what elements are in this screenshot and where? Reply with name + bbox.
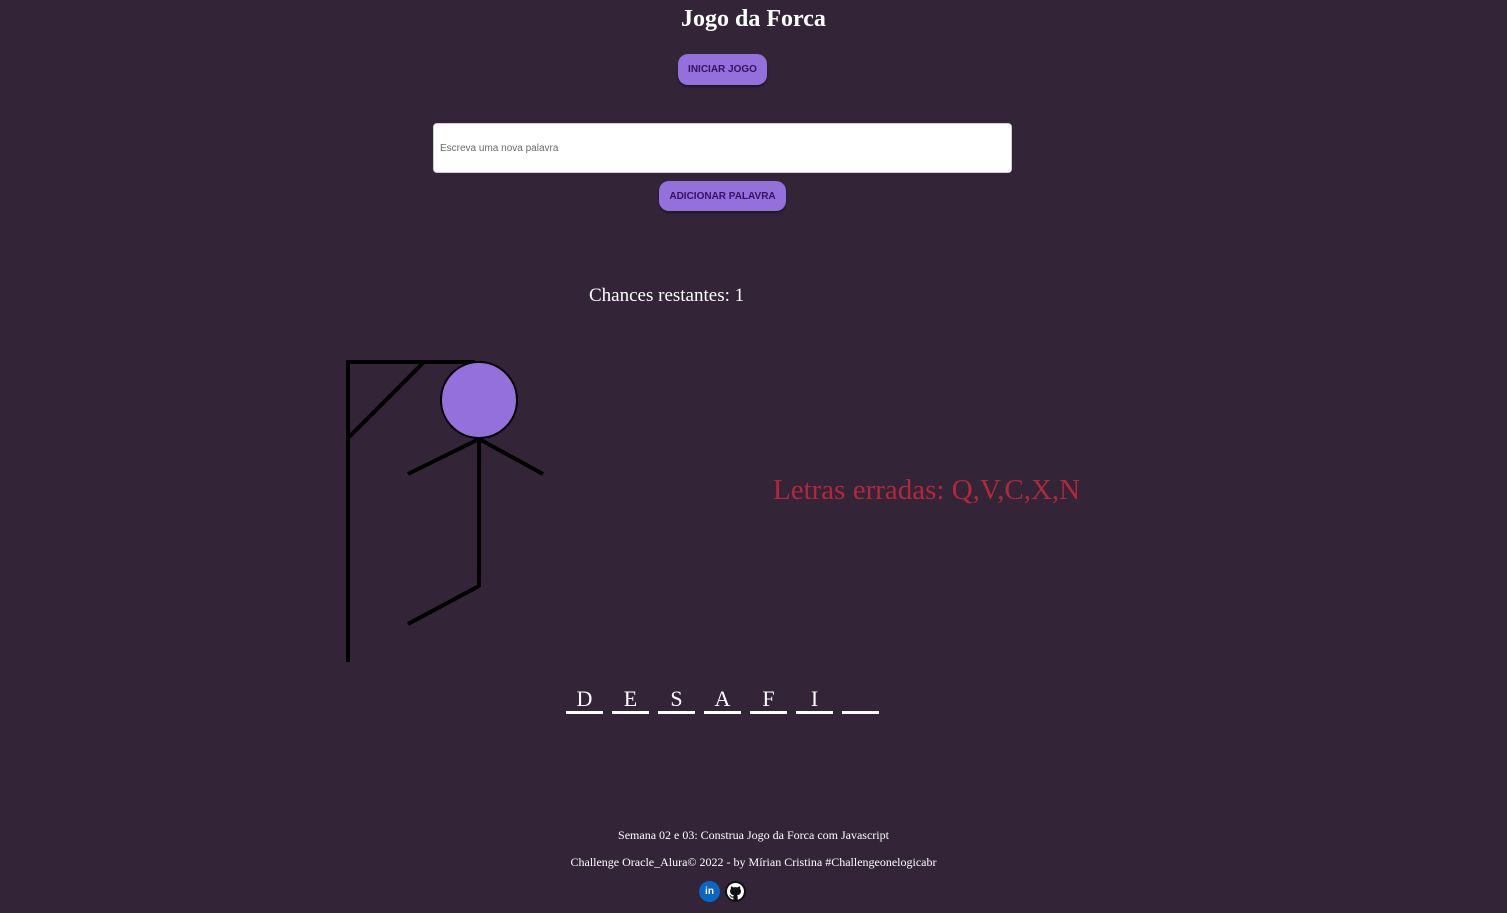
chances-label: Chances restantes:	[589, 285, 735, 306]
footer-course-text: Semana 02 e 03: Construa Jogo da Forca c…	[618, 828, 889, 842]
word-slots: D E S A F I	[566, 686, 879, 714]
hangman-head	[440, 361, 518, 439]
footer-credit-text: Challenge Oracle_Alura© 2022 - by Mírian…	[570, 855, 937, 869]
linkedin-glyph: in	[705, 885, 714, 897]
letter-slot: S	[658, 686, 695, 714]
hangman-right-arm	[478, 437, 544, 476]
wrong-letters: Letras erradas: Q,V,C,X,N	[773, 474, 1080, 507]
letter-slot: F	[750, 686, 787, 714]
start-game-button[interactable]: INICIAR JOGO	[678, 54, 767, 85]
chances-value: 1	[734, 285, 745, 306]
linkedin-icon[interactable]: in	[699, 881, 720, 902]
github-icon[interactable]	[725, 881, 746, 902]
letter-slot: A	[704, 686, 741, 714]
chances-remaining: Chances restantes: 1	[589, 285, 744, 307]
letter-slot: D	[566, 686, 603, 714]
page-title: Jogo da Forca	[681, 6, 826, 32]
new-word-input[interactable]	[433, 123, 1012, 173]
add-word-button[interactable]: ADICIONAR PALAVRA	[659, 181, 786, 211]
wrong-letters-label: Letras erradas:	[773, 474, 952, 506]
github-mark-icon	[727, 883, 744, 900]
wrong-letters-value: Q,V,C,X,N	[951, 474, 1081, 506]
letter-slot	[842, 686, 879, 714]
letter-slot: I	[796, 686, 833, 714]
hangman-left-leg	[407, 584, 480, 626]
hangman-page: Jogo da Forca INICIAR JOGO ADICIONAR PAL…	[0, 0, 1507, 913]
social-links: in	[699, 881, 746, 902]
hangman-left-arm	[407, 437, 480, 476]
gallows-brace	[346, 360, 426, 440]
hangman-drawing	[346, 360, 544, 662]
letter-slot: E	[612, 686, 649, 714]
